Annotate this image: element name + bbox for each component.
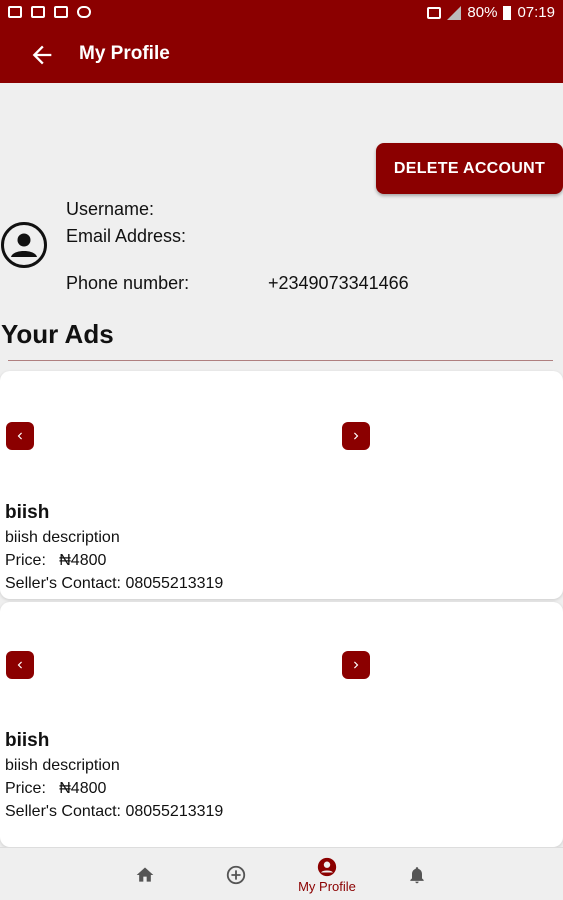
bottom-nav: My Profile: [0, 847, 563, 900]
nav-add[interactable]: [216, 848, 256, 900]
chevron-left-icon: [17, 661, 22, 669]
notification-icon: [8, 6, 22, 18]
ad-description: biish description: [5, 757, 120, 774]
battery-icon: [503, 5, 512, 20]
ad-price: Price: ₦4800: [5, 552, 107, 569]
ad-contact: Seller's Contact: 08055213319: [5, 575, 224, 592]
status-right: 80% 07:19: [427, 4, 555, 21]
app-bar: My Profile: [0, 27, 563, 83]
carousel-prev-button[interactable]: [6, 422, 34, 450]
back-arrow-icon[interactable]: [28, 41, 56, 69]
carousel-prev-button[interactable]: [6, 651, 34, 679]
clock: 07:19: [517, 4, 555, 21]
chevron-left-icon: [17, 432, 22, 440]
page-title: My Profile: [79, 43, 170, 64]
avatar-icon: [1, 222, 47, 268]
mail-icon: [31, 6, 45, 18]
home-icon: [136, 867, 154, 882]
chevron-right-icon: [354, 432, 359, 440]
gmail-icon: [54, 6, 68, 18]
nav-notifications[interactable]: [397, 848, 437, 900]
status-bar: 80% 07:19: [0, 0, 563, 27]
bell-icon: [410, 866, 424, 883]
nav-home[interactable]: [125, 848, 165, 900]
ad-price: Price: ₦4800: [5, 780, 107, 797]
add-circle-icon: [226, 865, 246, 884]
your-ads-title: Your Ads: [1, 319, 114, 349]
nav-my-profile[interactable]: My Profile: [286, 848, 368, 900]
email-label: Email Address:: [66, 226, 187, 246]
divider: [8, 360, 553, 361]
chevron-right-icon: [354, 661, 359, 669]
sync-icon: [77, 6, 91, 18]
account-icon: [317, 857, 337, 876]
ad-contact: Seller's Contact: 08055213319: [5, 803, 224, 820]
ad-card[interactable]: biish biish description Price: ₦4800 Sel…: [0, 602, 563, 847]
ad-title: biish: [5, 730, 50, 751]
phone-label: Phone number:: [66, 273, 190, 293]
ad-description: biish description: [5, 529, 120, 546]
cast-icon: [427, 6, 442, 19]
ad-title: biish: [5, 502, 50, 523]
battery-percent: 80%: [467, 4, 498, 21]
username-label: Username:: [66, 199, 155, 219]
ad-card[interactable]: biish biish description Price: ₦4800 Sel…: [0, 371, 563, 599]
delete-account-button[interactable]: DELETE ACCOUNT: [376, 143, 563, 194]
signal-icon: [447, 5, 462, 20]
carousel-next-button[interactable]: [342, 651, 370, 679]
nav-label: My Profile: [298, 878, 356, 894]
notification-icons: [8, 6, 91, 18]
carousel-next-button[interactable]: [342, 422, 370, 450]
phone-value: +2349073341466: [268, 273, 409, 293]
